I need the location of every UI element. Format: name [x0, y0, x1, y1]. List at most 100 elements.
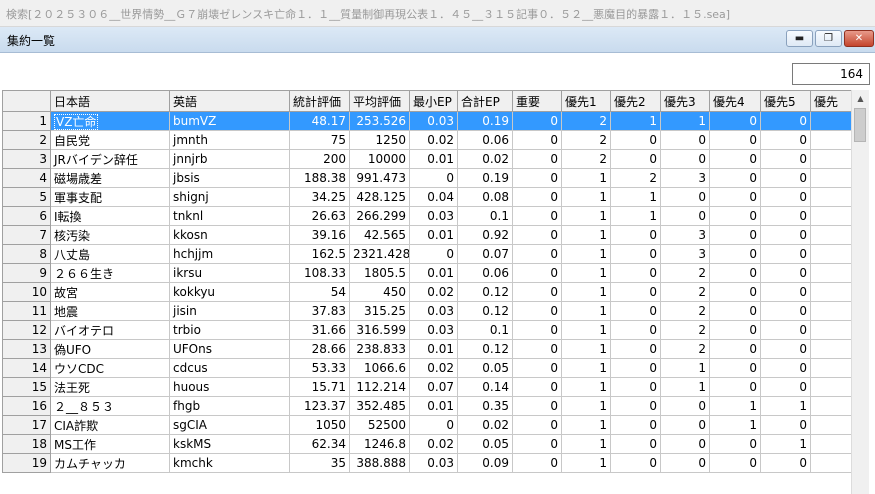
- table-cell[interactable]: [810, 168, 851, 188]
- table-cell[interactable]: 0: [512, 339, 562, 359]
- table-cell[interactable]: 0: [709, 320, 761, 340]
- table-cell[interactable]: 0.09: [457, 453, 513, 473]
- row-number[interactable]: 7: [2, 225, 51, 245]
- table-cell[interactable]: 0.06: [457, 130, 513, 150]
- table-cell[interactable]: 0: [610, 225, 661, 245]
- table-cell[interactable]: [810, 415, 851, 435]
- table-cell[interactable]: 0: [512, 225, 562, 245]
- table-cell[interactable]: 0.12: [457, 301, 513, 321]
- table-cell[interactable]: 0: [610, 434, 661, 454]
- row-number[interactable]: 3: [2, 149, 51, 169]
- table-cell[interactable]: 1: [760, 434, 811, 454]
- table-cell[interactable]: 3: [660, 244, 710, 264]
- table-cell[interactable]: 0.19: [457, 111, 513, 131]
- table-cell[interactable]: kmchk: [169, 453, 290, 473]
- table-row[interactable]: 10 故宮 kokkyu 54 450 0.02 0.12 0 1 0 2 0 0: [2, 282, 851, 302]
- table-cell[interactable]: 0.02: [409, 358, 458, 378]
- table-cell[interactable]: 37.83: [289, 301, 350, 321]
- table-cell[interactable]: 0.02: [409, 130, 458, 150]
- table-cell[interactable]: 0: [660, 187, 710, 207]
- table-cell[interactable]: 1: [660, 358, 710, 378]
- table-row[interactable]: 19 カムチャッカ kmchk 35 388.888 0.03 0.09 0 1 0 0 0 0: [2, 453, 851, 473]
- table-cell[interactable]: カムチャッカ: [50, 453, 170, 473]
- table-cell[interactable]: 0.02: [409, 282, 458, 302]
- table-cell[interactable]: 0: [512, 415, 562, 435]
- table-cell[interactable]: 0: [512, 111, 562, 131]
- table-cell[interactable]: 1250: [349, 130, 410, 150]
- table-cell[interactable]: 0.02: [409, 434, 458, 454]
- table-cell[interactable]: 0: [610, 377, 661, 397]
- table-cell[interactable]: 0: [760, 453, 811, 473]
- table-cell[interactable]: ウソCDC: [50, 358, 170, 378]
- table-cell[interactable]: 0.02: [457, 415, 513, 435]
- table-cell[interactable]: 0: [760, 263, 811, 283]
- table-cell[interactable]: 0: [709, 149, 761, 169]
- table-cell[interactable]: sgCIA: [169, 415, 290, 435]
- row-number[interactable]: 9: [2, 263, 51, 283]
- table-cell[interactable]: trbio: [169, 320, 290, 340]
- table-cell[interactable]: 1050: [289, 415, 350, 435]
- table-cell[interactable]: 0: [760, 358, 811, 378]
- table-cell[interactable]: 0: [709, 130, 761, 150]
- restore-button[interactable]: ❐: [815, 30, 842, 47]
- table-cell[interactable]: 266.299: [349, 206, 410, 226]
- table-cell[interactable]: 0.03: [409, 301, 458, 321]
- column-header[interactable]: 統計評価: [289, 90, 350, 112]
- table-cell[interactable]: 0: [512, 301, 562, 321]
- scroll-thumb[interactable]: [854, 108, 866, 142]
- table-cell[interactable]: 2: [660, 282, 710, 302]
- table-row[interactable]: 13 偽UFO UFOns 28.66 238.833 0.01 0.12 0 1 0 2 0 0: [2, 339, 851, 359]
- column-header[interactable]: 平均評価: [349, 90, 410, 112]
- table-cell[interactable]: 0: [709, 282, 761, 302]
- table-cell[interactable]: 35: [289, 453, 350, 473]
- table-cell[interactable]: 1: [610, 111, 661, 131]
- table-cell[interactable]: 0.07: [457, 244, 513, 264]
- row-number[interactable]: 15: [2, 377, 51, 397]
- table-cell[interactable]: 0: [660, 415, 710, 435]
- table-cell[interactable]: 39.16: [289, 225, 350, 245]
- table-cell[interactable]: 62.34: [289, 434, 350, 454]
- table-cell[interactable]: 3: [660, 168, 710, 188]
- table-cell[interactable]: JRバイデン辞任: [50, 149, 170, 169]
- table-cell[interactable]: fhgb: [169, 396, 290, 416]
- table-cell[interactable]: 1: [561, 358, 611, 378]
- table-cell[interactable]: UFOns: [169, 339, 290, 359]
- table-row[interactable]: 12 バイオテロ trbio 31.66 316.599 0.03 0.1 0 1 0 2 0 0: [2, 320, 851, 340]
- table-cell[interactable]: [810, 149, 851, 169]
- table-cell[interactable]: 自民党: [50, 130, 170, 150]
- column-header[interactable]: 優先3: [660, 90, 710, 112]
- row-number[interactable]: 19: [2, 453, 51, 473]
- table-cell[interactable]: ２６６生き: [50, 263, 170, 283]
- table-cell[interactable]: 0: [409, 415, 458, 435]
- table-cell[interactable]: 238.833: [349, 339, 410, 359]
- table-cell[interactable]: 0.1: [457, 206, 513, 226]
- table-cell[interactable]: cdcus: [169, 358, 290, 378]
- table-cell[interactable]: 2: [660, 339, 710, 359]
- table-cell[interactable]: [810, 244, 851, 264]
- table-cell[interactable]: 0: [610, 282, 661, 302]
- table-cell[interactable]: [810, 339, 851, 359]
- table-cell[interactable]: 0: [660, 434, 710, 454]
- table-cell[interactable]: ２__８５３: [50, 396, 170, 416]
- table-cell[interactable]: 故宮: [50, 282, 170, 302]
- table-cell[interactable]: 0.01: [409, 396, 458, 416]
- table-cell[interactable]: 1: [660, 111, 710, 131]
- table-cell[interactable]: 10000: [349, 149, 410, 169]
- table-cell[interactable]: 162.5: [289, 244, 350, 264]
- table-cell[interactable]: 軍事支配: [50, 187, 170, 207]
- table-cell[interactable]: 磁場歳差: [50, 168, 170, 188]
- table-cell[interactable]: 15.71: [289, 377, 350, 397]
- table-cell[interactable]: 0: [512, 130, 562, 150]
- table-cell[interactable]: 0: [660, 396, 710, 416]
- table-cell[interactable]: 0: [512, 320, 562, 340]
- table-cell[interactable]: [810, 263, 851, 283]
- table-cell[interactable]: 法王死: [50, 377, 170, 397]
- table-cell[interactable]: 偽UFO: [50, 339, 170, 359]
- row-number[interactable]: 4: [2, 168, 51, 188]
- row-number[interactable]: 16: [2, 396, 51, 416]
- table-cell[interactable]: shignj: [169, 187, 290, 207]
- table-cell[interactable]: 0: [660, 206, 710, 226]
- table-cell[interactable]: 0.07: [409, 377, 458, 397]
- table-cell[interactable]: 75: [289, 130, 350, 150]
- table-cell[interactable]: 0.1: [457, 320, 513, 340]
